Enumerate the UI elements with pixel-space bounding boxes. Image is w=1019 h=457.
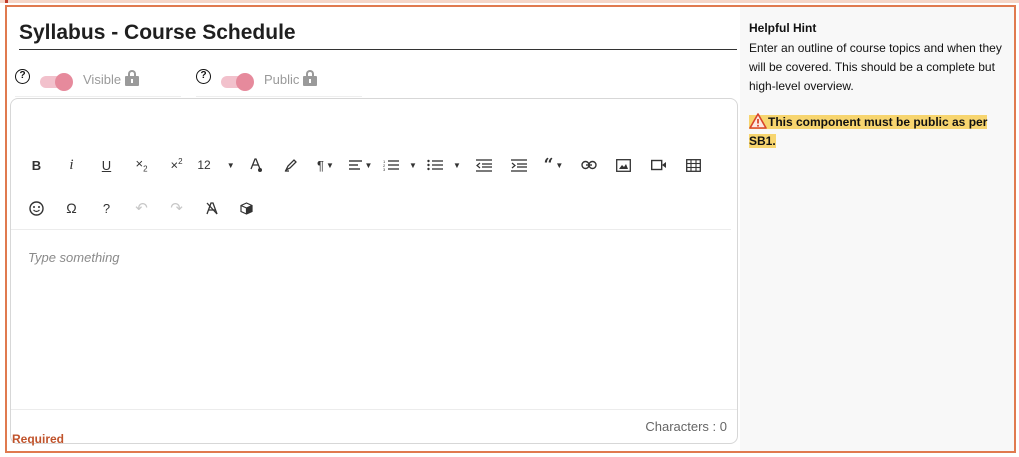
outdent-icon [475,158,492,172]
italic-icon: i [69,156,74,173]
unordered-list-dropdown[interactable]: ▼ [422,152,466,178]
omega-icon: Ω [66,200,77,216]
font-color-icon [249,158,262,172]
indent-button[interactable] [501,152,536,178]
unordered-list-icon [427,159,444,171]
hint-text: Enter an outline of course topics and wh… [749,41,1002,93]
lock-icon [303,69,318,86]
public-toggle-group: ? Public [196,63,362,97]
toolbar-divider [11,229,731,230]
embed-button[interactable] [229,195,264,221]
rich-text-editor: B i U ×2 ×2 12 ▼ ¶ ▼ ▼ 1 2 3 ▼ ▼ “ ▼ Ω ?… [10,98,738,444]
italic-button[interactable]: i [54,152,89,178]
paragraph-format-dropdown[interactable]: ¶ ▼ [308,152,343,178]
toolbar-row-2: Ω ? ↶ ↷ [19,195,264,221]
public-label: Public [264,72,300,87]
link-icon [580,160,597,170]
question-icon: ? [102,200,111,216]
font-color-button[interactable] [238,152,273,178]
svg-text:3: 3 [383,167,386,171]
caret-down-icon: ▼ [364,160,373,170]
quote-dropdown[interactable]: “▼ [536,152,571,178]
required-indicator: Required [12,432,65,446]
visible-toggle-group: ? Visible [15,63,181,97]
indent-icon [510,158,527,172]
toggle-row: ? Visible ? Public [15,63,735,97]
quote-icon: “ [543,155,554,175]
hint-title: Helpful Hint [749,21,817,35]
table-icon [686,158,701,172]
caret-down-icon: ▼ [226,160,235,170]
undo-button[interactable]: ↶ [124,195,159,221]
visible-label: Visible [83,72,122,87]
redo-button[interactable]: ↷ [159,195,194,221]
emoticons-button[interactable] [19,195,54,221]
image-icon [616,158,631,172]
ordered-list-icon: 123 [383,159,400,171]
caret-down-icon: ▼ [453,160,461,170]
subscript-button[interactable]: ×2 [124,152,159,178]
special-characters-button[interactable]: Ω [54,195,89,221]
public-toggle[interactable] [221,72,255,91]
bold-button[interactable]: B [19,152,54,178]
insert-image-button[interactable] [606,152,641,178]
bold-icon: B [31,157,42,173]
public-warning: This component must be public as per SB1… [749,113,1007,151]
top-strip [0,0,1019,3]
lock-icon [125,69,140,86]
component-frame: Syllabus - Course Schedule ? Visible ? P… [5,5,1016,453]
redo-icon: ↷ [170,200,183,217]
section-title: Syllabus - Course Schedule [19,21,737,50]
superscript-icon: ×2 [170,157,183,173]
highlight-button[interactable] [273,152,308,178]
caret-down-icon: ▼ [326,160,334,170]
warning-icon [749,113,767,129]
insert-table-button[interactable] [676,152,711,178]
toggle-knob [236,72,254,91]
warning-highlight: This component must be public as per SB1… [749,113,988,148]
superscript-button[interactable]: ×2 [159,152,194,178]
outdent-button[interactable] [466,152,501,178]
highlighter-icon [284,159,297,172]
help-icon[interactable]: ? [15,69,30,84]
help-icon[interactable]: ? [196,69,211,84]
underline-icon: U [101,157,112,173]
ordered-list-dropdown[interactable]: 1 2 3 ▼ [378,152,422,178]
font-size-value: 12 [197,158,211,172]
visible-toggle[interactable] [40,72,74,91]
undo-icon: ↶ [135,200,148,217]
subscript-icon: ×2 [135,156,148,174]
toolbar-row-1: B i U ×2 ×2 12 ▼ ¶ ▼ ▼ 1 2 3 ▼ ▼ “ ▼ [19,152,711,178]
clear-formatting-button[interactable] [194,195,229,221]
toggle-knob [55,72,73,91]
hint-sidebar: Helpful Hint Enter an outline of course … [740,7,1014,451]
smiley-icon [29,200,44,216]
caret-down-icon: ▼ [555,160,564,170]
editor-placeholder[interactable]: Type something [28,250,120,265]
paragraph-icon: ¶ [317,157,325,173]
align-dropdown[interactable]: ▼ [343,152,378,178]
video-icon [650,159,666,171]
insert-link-button[interactable] [571,152,606,178]
align-left-icon [348,160,362,170]
warning-text: This component must be public as per SB1… [749,115,988,148]
caret-down-icon: ▼ [409,160,417,170]
clear-formatting-icon [205,202,218,215]
underline-button[interactable]: U [89,152,124,178]
help-button[interactable]: ? [89,195,124,221]
editor-footer-divider [11,409,737,410]
character-count: Characters : 0 [645,419,727,434]
main-column: Syllabus - Course Schedule ? Visible ? P… [7,7,740,451]
font-size-dropdown[interactable]: 12 ▼ [194,152,238,178]
cube-icon [240,201,253,215]
top-strip-marker [5,0,8,3]
insert-video-button[interactable] [641,152,676,178]
